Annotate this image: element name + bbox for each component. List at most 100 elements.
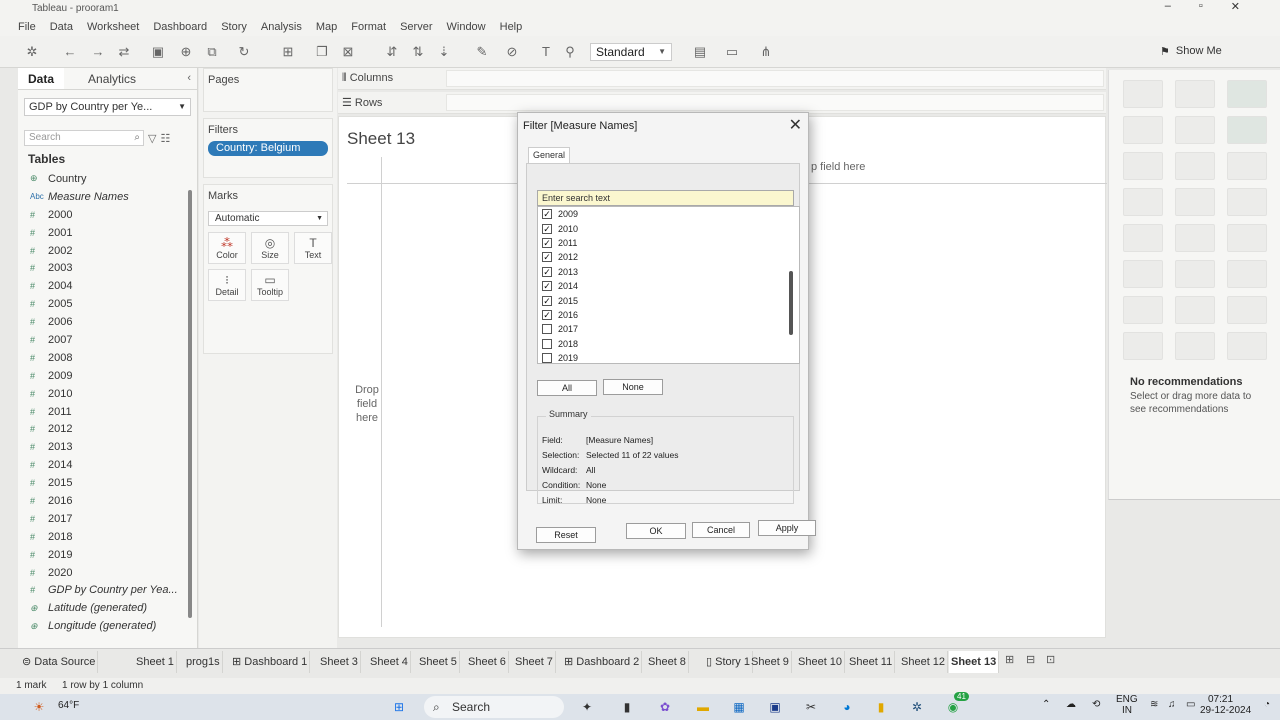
field-item[interactable]: ⊕ Latitude (generated) — [18, 599, 197, 617]
chart-type-thumbnail[interactable] — [1123, 188, 1163, 216]
powerbi-icon[interactable]: ▮ — [872, 698, 890, 716]
notifications-icon[interactable]: ◔ — [1264, 699, 1270, 710]
presentation-icon[interactable]: ▭ — [724, 44, 740, 60]
sheet-tab[interactable]: ⊞ Dashboard 2 — [562, 651, 643, 673]
menu-file[interactable]: File — [18, 18, 36, 36]
chart-type-thumbnail[interactable] — [1123, 116, 1163, 144]
field-item[interactable]: #2011 — [18, 403, 197, 421]
drop-field-rows[interactable]: Drop field here — [347, 383, 387, 425]
minimize-icon[interactable]: – — [1165, 0, 1171, 18]
rows-drop-area[interactable] — [446, 94, 1104, 111]
battery-icon[interactable]: ▭ — [1186, 699, 1195, 710]
sheet-tab[interactable]: Sheet 12 — [899, 651, 949, 673]
chart-type-thumbnail[interactable] — [1123, 296, 1163, 324]
rows-shelf[interactable]: ☰ Rows — [338, 92, 1106, 114]
value-list-item[interactable]: ✓ 2015 — [538, 293, 799, 307]
chart-type-thumbnail[interactable] — [1123, 332, 1163, 360]
all-button[interactable]: All — [537, 380, 597, 396]
sheet-tab[interactable]: Sheet 8 — [646, 651, 689, 673]
collapse-pane-icon[interactable]: ‹ — [187, 72, 191, 84]
tab-analytics[interactable]: Analytics — [78, 68, 146, 89]
edge-icon[interactable]: ◕ — [838, 698, 856, 716]
sheet-tab[interactable]: Sheet 11 — [847, 651, 896, 673]
wifi-icon[interactable]: ≋ — [1150, 699, 1158, 710]
chart-type-thumbnail[interactable] — [1123, 152, 1163, 180]
sheet-tab[interactable]: Sheet 5 — [417, 651, 460, 673]
field-item[interactable]: #2003 — [18, 259, 197, 277]
sheet-tab[interactable]: Sheet 7 — [513, 651, 556, 673]
field-item[interactable]: #2000 — [18, 206, 197, 224]
sync-icon[interactable]: ⟲ — [1092, 699, 1100, 710]
field-item[interactable]: #2010 — [18, 385, 197, 403]
chart-type-thumbnail[interactable] — [1175, 332, 1215, 360]
chart-type-thumbnail[interactable] — [1227, 296, 1267, 324]
store-icon[interactable]: ▦ — [730, 698, 748, 716]
chart-type-thumbnail[interactable] — [1123, 224, 1163, 252]
field-item[interactable]: #2004 — [18, 277, 197, 295]
field-item[interactable]: #2002 — [18, 242, 197, 260]
menu-analysis[interactable]: Analysis — [261, 18, 302, 36]
menu-server[interactable]: Server — [400, 18, 432, 36]
share-icon[interactable]: ⋔ — [758, 44, 774, 60]
checkbox-checked[interactable]: ✓ — [542, 266, 552, 277]
menu-story[interactable]: Story — [221, 18, 247, 36]
value-list-scrollbar[interactable] — [789, 271, 793, 335]
app-icon[interactable]: ▣ — [766, 698, 784, 716]
clear-sheet-icon[interactable]: ⊠ — [340, 44, 356, 60]
swap-icon[interactable]: ⇵ — [384, 44, 400, 60]
detail-mark-button[interactable]: ⁝ Detail — [208, 269, 246, 301]
snipping-icon[interactable]: ✂ — [802, 698, 820, 716]
field-item[interactable]: #2015 — [18, 474, 197, 492]
language-code[interactable]: ENG — [1116, 694, 1138, 705]
pages-card[interactable]: Pages — [203, 68, 333, 112]
chart-type-thumbnail[interactable] — [1227, 152, 1267, 180]
close-icon[interactable]: ✕ — [789, 115, 802, 135]
checkbox-checked[interactable]: ✓ — [542, 281, 552, 292]
sheet-tab[interactable]: Sheet 3 — [318, 651, 361, 673]
sort-asc-icon[interactable]: ⇅ — [410, 44, 426, 60]
clock-time[interactable]: 07:21 — [1208, 694, 1233, 705]
mark-type-select[interactable]: Automatic ▼ — [208, 211, 328, 226]
field-item[interactable]: #2018 — [18, 528, 197, 546]
file-explorer-icon[interactable]: ▬ — [694, 698, 712, 716]
field-item[interactable]: #2012 — [18, 420, 197, 438]
view-size-select[interactable]: Standard ▼ — [590, 43, 672, 61]
label-icon[interactable]: T — [538, 44, 554, 60]
color-mark-button[interactable]: ⁂ Color — [208, 232, 246, 264]
chart-type-thumbnail[interactable] — [1175, 296, 1215, 324]
task-view-icon[interactable]: ▮ — [618, 698, 636, 716]
sheet-tab[interactable]: ▯ Story 1 — [704, 651, 753, 673]
value-list-item[interactable]: ✓ 2009 — [538, 207, 799, 221]
chart-type-thumbnail[interactable] — [1175, 224, 1215, 252]
sheet-tab[interactable]: Sheet 1 — [134, 651, 177, 673]
copilot-app-icon[interactable]: ✦ — [578, 698, 596, 716]
checkbox-unchecked[interactable] — [542, 353, 552, 364]
sheet-tab[interactable]: Sheet 4 — [368, 651, 411, 673]
tab-general[interactable]: General — [528, 147, 570, 163]
reset-button[interactable]: Reset — [536, 527, 596, 543]
chart-type-thumbnail[interactable] — [1175, 116, 1215, 144]
filters-card[interactable]: Filters Country: Belgium — [203, 118, 333, 178]
value-list-item[interactable]: ✓ 2014 — [538, 279, 799, 293]
save-icon[interactable]: ▣ — [150, 44, 166, 60]
chart-type-thumbnail[interactable] — [1227, 224, 1267, 252]
value-list-item[interactable]: ✓ 2011 — [538, 236, 799, 250]
chart-type-thumbnail[interactable] — [1227, 260, 1267, 288]
menu-window[interactable]: Window — [447, 18, 486, 36]
tableau-logo-icon[interactable]: ✲ — [24, 44, 40, 60]
new-story-tab-icon[interactable]: ⊡ — [1046, 653, 1055, 666]
menu-help[interactable]: Help — [500, 18, 523, 36]
chart-type-thumbnail[interactable] — [1175, 188, 1215, 216]
size-mark-button[interactable]: ◎ Size — [251, 232, 289, 264]
pause-updates-icon[interactable]: ⧉ — [204, 44, 220, 60]
field-item[interactable]: #2009 — [18, 367, 197, 385]
field-item[interactable]: #2007 — [18, 331, 197, 349]
chart-type-thumbnail[interactable] — [1227, 188, 1267, 216]
new-worksheet-tab-icon[interactable]: ⊞ — [1005, 653, 1014, 666]
refresh-icon[interactable]: ↻ — [236, 44, 252, 60]
checkbox-checked[interactable]: ✓ — [542, 309, 552, 320]
field-item[interactable]: #2016 — [18, 492, 197, 510]
data-source-tab[interactable]: ⊜ Data Source — [20, 651, 99, 673]
chart-type-thumbnail[interactable] — [1227, 116, 1267, 144]
tableau-icon[interactable]: ✲ — [908, 698, 926, 716]
